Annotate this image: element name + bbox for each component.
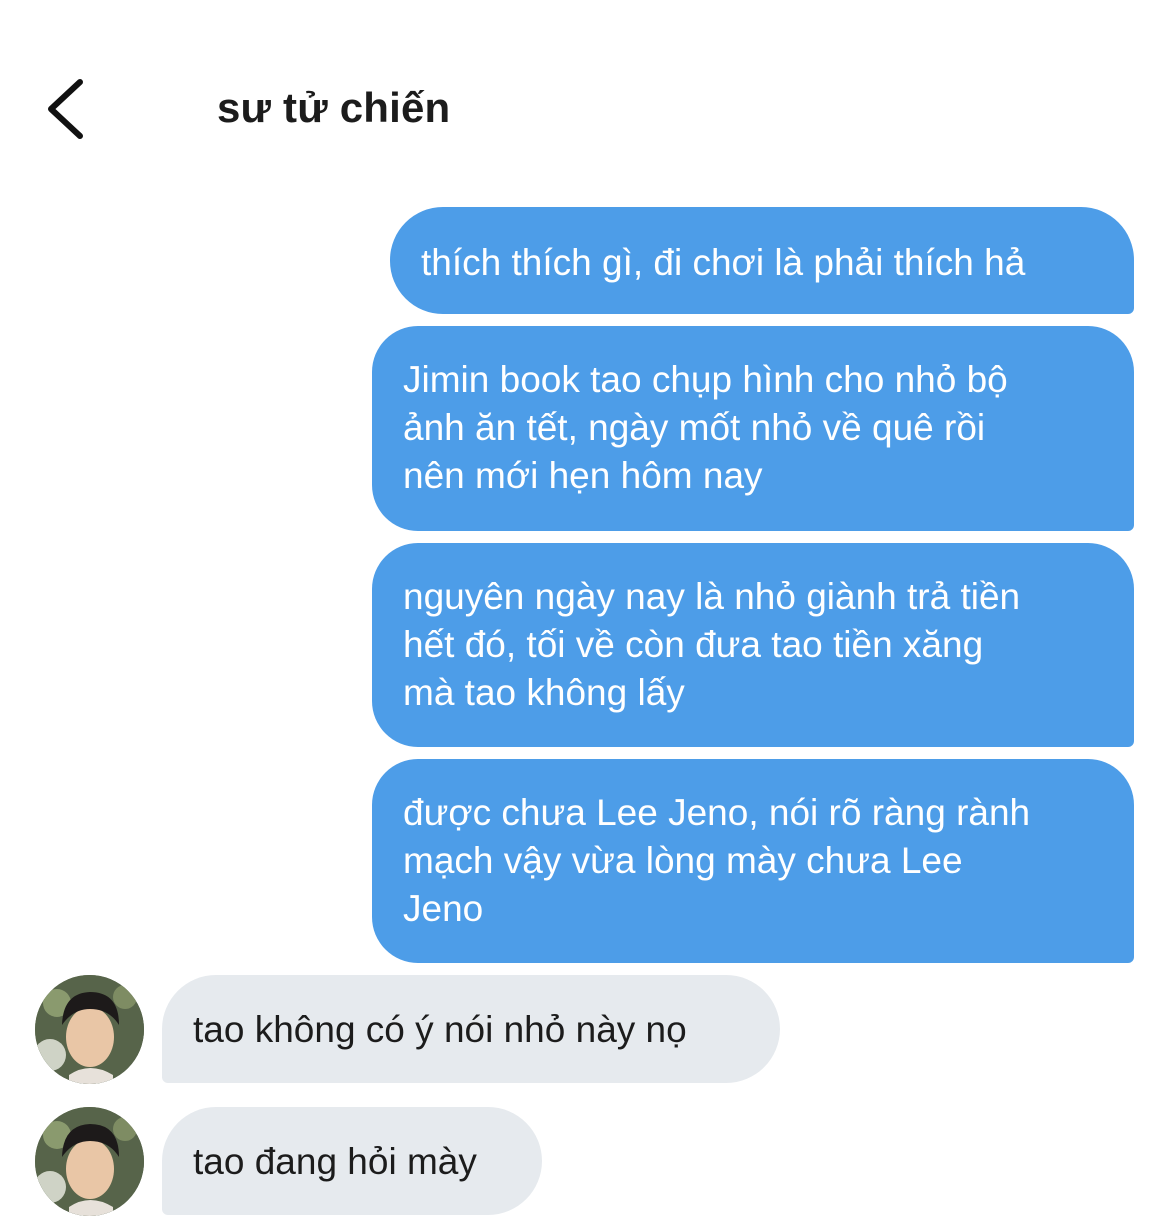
outgoing-message-bubble[interactable]: nguyên ngày nay là nhỏ giành trả tiền hế… xyxy=(372,543,1134,747)
message-text-line: được chưa Lee Jeno, nói rõ ràng rành xyxy=(403,792,1031,833)
message-text-line: Jimin book tao chụp hình cho nhỏ bộ xyxy=(403,359,1008,400)
message-text: tao đang hỏi mày xyxy=(193,1141,477,1182)
message-text-line: thích thích gì, đi chơi là phải thích hả xyxy=(421,242,1026,283)
chat-title: sư tử chiến xyxy=(217,84,451,131)
message-text-line: nguyên ngày nay là nhỏ giành trả tiền xyxy=(403,576,1021,617)
outgoing-message-bubble[interactable]: Jimin book tao chụp hình cho nhỏ bộ ảnh … xyxy=(372,326,1134,531)
message-text-line: Jeno xyxy=(403,888,484,929)
message-text-line: ảnh ăn tết, ngày mốt nhỏ về quê rồi xyxy=(403,407,986,448)
chat-header: sư tử chiến xyxy=(0,0,1169,200)
incoming-message-bubble[interactable]: tao đang hỏi mày xyxy=(162,1107,542,1215)
message-text: tao không có ý nói nhỏ này nọ xyxy=(193,1009,687,1050)
incoming-message-bubble[interactable]: tao không có ý nói nhỏ này nọ xyxy=(162,975,780,1083)
outgoing-message-bubble[interactable]: thích thích gì, đi chơi là phải thích hả xyxy=(390,207,1134,314)
message-text-line: mà tao không lấy xyxy=(403,672,685,713)
back-button[interactable] xyxy=(40,74,100,144)
outgoing-message-bubble[interactable]: được chưa Lee Jeno, nói rõ ràng rành mạc… xyxy=(372,759,1134,963)
message-text-line: mạch vậy vừa lòng mày chưa Lee xyxy=(403,840,963,881)
message-text-line: hết đó, tối về còn đưa tao tiền xăng xyxy=(403,624,984,665)
chevron-left-icon xyxy=(48,79,83,139)
avatar-image xyxy=(35,1107,144,1216)
message-text-line: nên mới hẹn hôm nay xyxy=(403,455,763,496)
avatar[interactable] xyxy=(35,975,144,1084)
avatar-image xyxy=(35,975,144,1084)
avatar[interactable] xyxy=(35,1107,144,1216)
